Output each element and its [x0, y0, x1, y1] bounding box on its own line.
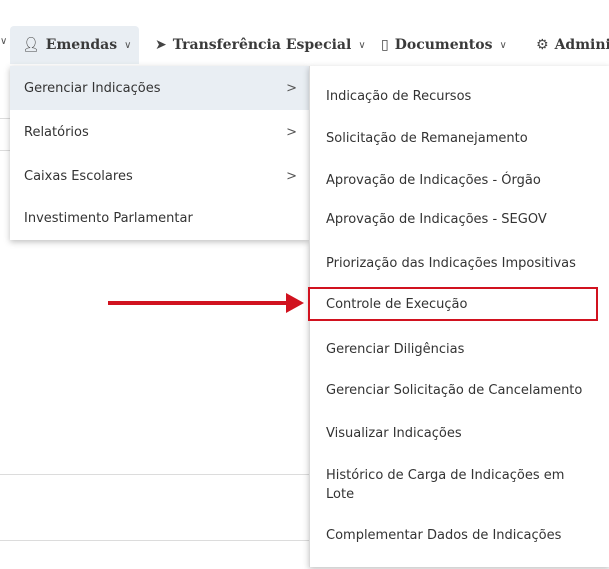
document-icon: ▯ [381, 37, 389, 53]
submenu-item-label: Complementar Dados de Indicações [326, 527, 562, 543]
submenu-item-label: Histórico de Carga de Indicações em Lote [326, 468, 565, 502]
submenu-item-solicitacao-remanejamento[interactable]: Solicitação de Remanejamento [310, 117, 609, 159]
nav-emendas[interactable]: 👤︎ Emendas ∨ [10, 26, 139, 64]
nav-documentos-label: Documentos [394, 37, 493, 53]
menu-item-gerenciar-indicacoes[interactable]: Gerenciar Indicações > [10, 66, 309, 110]
nav-emendas-label: Emendas [45, 37, 118, 53]
chevron-down-icon: ∨ [499, 39, 507, 51]
arrow-annotation-line [108, 301, 291, 305]
submenu-item-label: Priorização das Indicações Impositivas [326, 255, 576, 271]
nav-transferencia-especial[interactable]: ➤ Transferência Especial ∨ [155, 26, 366, 64]
submenu-item-label: Visualizar Indicações [326, 425, 462, 441]
submenu-item-gerenciar-diligencias[interactable]: Gerenciar Diligências [310, 328, 609, 370]
submenu-item-aprovacao-orgao[interactable]: Aprovação de Indicações - Órgão [310, 159, 609, 201]
gear-icon: ⚙ [536, 37, 549, 53]
chevron-right-icon: > [286, 80, 297, 96]
chevron-right-icon: > [286, 124, 297, 140]
menu-item-caixas-escolares[interactable]: Caixas Escolares > [10, 154, 309, 198]
emendas-dropdown-menu: Gerenciar Indicações > Relatórios > Caix… [10, 66, 309, 240]
highlight-annotation [308, 287, 598, 321]
submenu-item-label: Gerenciar Diligências [326, 341, 465, 357]
nav-documentos[interactable]: ▯ Documentos ∨ [381, 26, 507, 64]
submenu-item-label: Aprovação de Indicações - Órgão [326, 172, 541, 188]
arrow-annotation-head-icon [286, 293, 304, 313]
nav-administracao-label: Admini [554, 37, 609, 53]
send-icon: ➤ [155, 37, 167, 53]
menu-item-label: Caixas Escolares [24, 168, 133, 184]
menu-item-investimento-parlamentar[interactable]: Investimento Parlamentar [10, 196, 309, 240]
chevron-down-icon: ∨ [124, 39, 132, 51]
menu-item-relatorios[interactable]: Relatórios > [10, 110, 309, 154]
user-icon: 👤︎ [22, 37, 40, 53]
submenu-item-indicacao-de-recursos[interactable]: Indicação de Recursos [310, 75, 609, 117]
menu-item-label: Gerenciar Indicações [24, 80, 161, 96]
top-navigation: ∨ 👤︎ Emendas ∨ ➤ Transferência Especial … [0, 0, 609, 66]
chevron-down-icon: ∨ [358, 39, 366, 51]
submenu-item-solicitacao-cancelamento[interactable]: Gerenciar Solicitação de Cancelamento [310, 369, 609, 411]
submenu-item-priorizacao-impositivas[interactable]: Priorização das Indicações Impositivas [310, 242, 609, 284]
submenu-item-visualizar-indicacoes[interactable]: Visualizar Indicações [310, 412, 609, 454]
submenu-item-label: Gerenciar Solicitação de Cancelamento [326, 382, 583, 398]
submenu-item-label: Solicitação de Remanejamento [326, 130, 528, 146]
nav-transferencia-label: Transferência Especial [172, 37, 352, 53]
submenu-item-aprovacao-segov[interactable]: Aprovação de Indicações - SEGOV [310, 198, 609, 240]
submenu-item-label: Aprovação de Indicações - SEGOV [326, 211, 547, 227]
submenu-item-label: Indicação de Recursos [326, 88, 472, 104]
chevron-right-icon: > [286, 168, 297, 184]
submenu-item-complementar-dados[interactable]: Complementar Dados de Indicações [310, 514, 609, 556]
menu-item-label: Relatórios [24, 124, 89, 140]
submenu-item-historico-carga-lote[interactable]: Histórico de Carga de Indicações em Lote [310, 455, 609, 515]
chevron-down-icon: ∨ [0, 36, 8, 47]
menu-item-label: Investimento Parlamentar [24, 210, 193, 226]
nav-administracao[interactable]: ⚙ Admini [536, 26, 609, 64]
